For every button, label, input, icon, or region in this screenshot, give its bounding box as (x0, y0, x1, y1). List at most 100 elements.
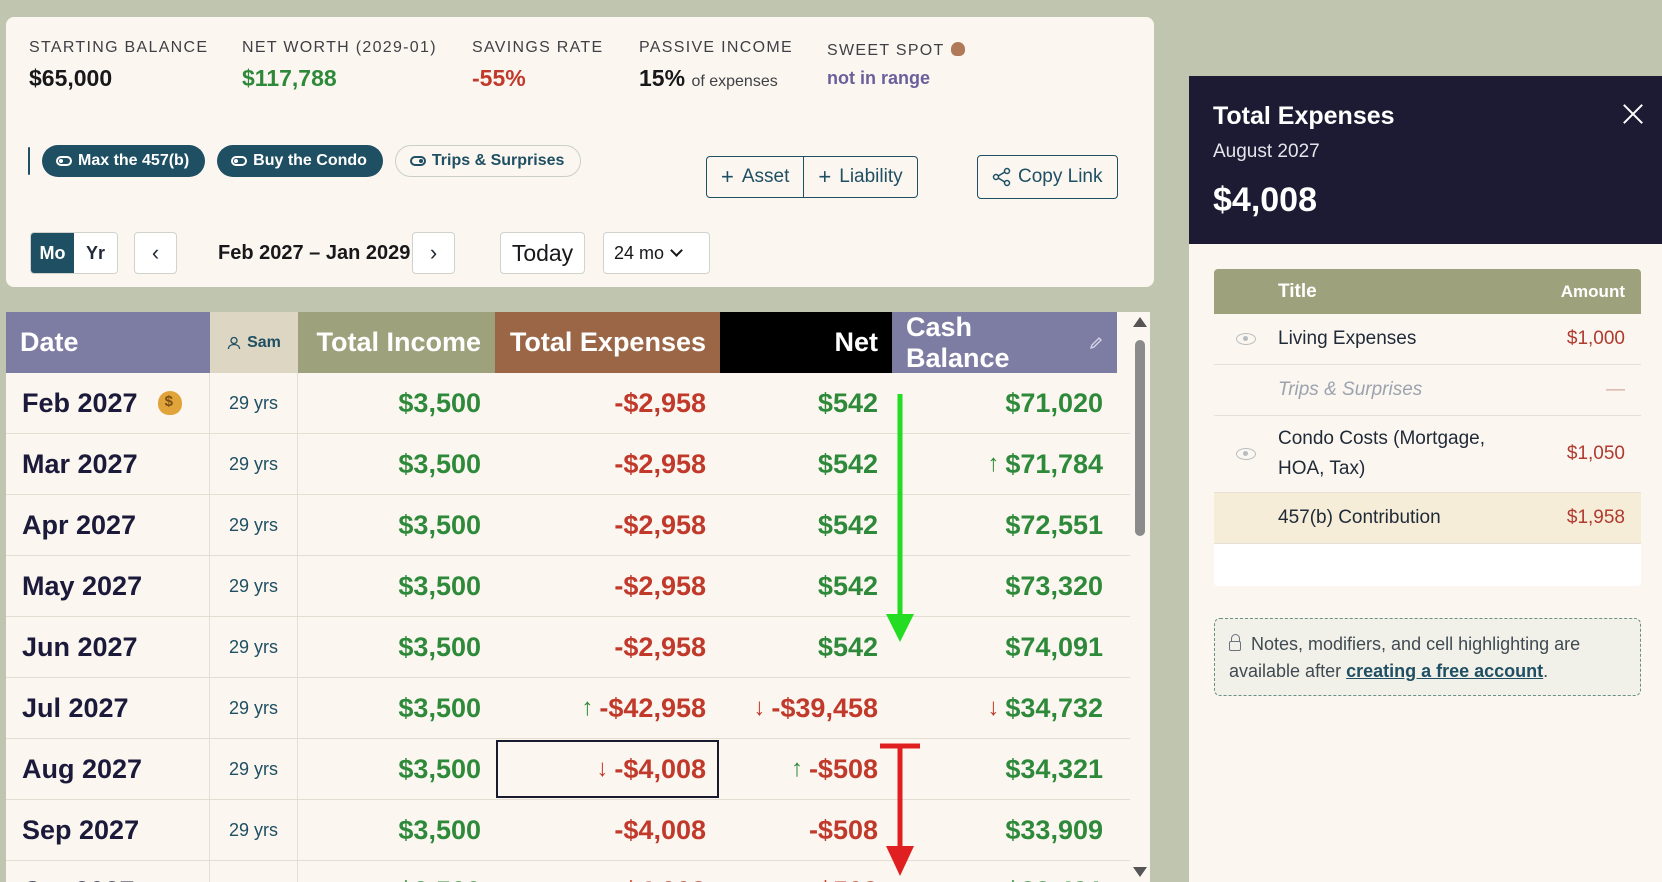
eye-icon[interactable] (1236, 448, 1256, 460)
scenario-chip-trips[interactable]: Trips & Surprises (394, 145, 582, 177)
net-cell[interactable]: ↓ -$39,458 (720, 678, 892, 738)
net-cell[interactable]: $542 (720, 617, 892, 677)
expenses-cell[interactable]: -$4,008 (495, 861, 720, 882)
net-cell[interactable]: -$508 (720, 800, 892, 860)
date-cell[interactable]: Jun 2027 (6, 617, 210, 677)
breakdown-row[interactable]: Condo Costs (Mortgage, HOA, Tax) $1,050 (1214, 416, 1641, 493)
scenario-chip-condo[interactable]: Buy the Condo (217, 145, 383, 177)
eye-icon[interactable] (1236, 333, 1256, 345)
net-cell[interactable]: -$508 (720, 861, 892, 882)
scenario-chip-457b[interactable]: Max the 457(b) (42, 145, 206, 177)
scroll-thumb[interactable] (1135, 340, 1145, 536)
income-cell[interactable]: $3,500 (298, 434, 495, 494)
age-cell[interactable]: 29 yrs (210, 678, 298, 738)
date-cell[interactable]: May 2027 (6, 556, 210, 616)
balance-cell[interactable]: $74,091 (892, 617, 1117, 677)
age-cell[interactable]: 29 yrs (210, 373, 298, 433)
date-cell[interactable]: Jul 2027 (6, 678, 210, 738)
net-cell[interactable]: $542 (720, 495, 892, 555)
date-cell[interactable]: Apr 2027 (6, 495, 210, 555)
income-cell[interactable]: $3,500 (298, 495, 495, 555)
create-account-link[interactable]: creating a free account (1346, 661, 1543, 681)
balance-value: $72,551 (1005, 509, 1103, 540)
add-liability-button[interactable]: + Liability (804, 156, 918, 198)
income-cell[interactable]: $3,500 (298, 373, 495, 433)
age-cell[interactable]: 29 yrs (210, 800, 298, 860)
arrow-down-icon: ↓ (596, 755, 609, 782)
close-icon[interactable] (1620, 101, 1646, 127)
balance-cell[interactable]: $73,320 (892, 556, 1117, 616)
age-cell[interactable]: 29 yrs (210, 495, 298, 555)
income-cell[interactable]: $3,500 (298, 739, 495, 799)
expenses-value: -$42,958 (599, 692, 706, 723)
balance-cell[interactable]: ↓ $34,732 (892, 678, 1117, 738)
plus-icon: + (818, 164, 832, 189)
date-cell[interactable]: Sep 2027 (6, 800, 210, 860)
income-cell[interactable]: $3,500 (298, 800, 495, 860)
copy-link-button[interactable]: Copy Link (977, 155, 1118, 199)
age-cell[interactable]: 29 yrs (210, 739, 298, 799)
income-cell[interactable]: $3,500 (298, 617, 495, 677)
scroll-up-icon[interactable] (1133, 317, 1147, 327)
expenses-cell[interactable]: -$2,958 (495, 617, 720, 677)
span-select[interactable]: 24 mo (603, 232, 710, 274)
age-cell[interactable]: 29 yrs (210, 861, 298, 882)
expenses-cell[interactable]: ↓ -$4,008 (495, 739, 720, 799)
age-cell[interactable]: 29 yrs (210, 434, 298, 494)
breakdown-row[interactable]: 457(b) Contribution $1,958 (1214, 493, 1641, 544)
expenses-cell[interactable]: ↑ -$42,958 (495, 678, 720, 738)
pencil-icon[interactable] (1089, 336, 1103, 350)
net-cell[interactable]: $542 (720, 556, 892, 616)
balance-cell[interactable]: $33,909 (892, 800, 1117, 860)
date-cell[interactable]: Aug 2027 (6, 739, 210, 799)
net-cell[interactable]: $542 (720, 434, 892, 494)
balance-cell[interactable]: $33,491 (892, 861, 1117, 882)
button-label: Liability (839, 166, 903, 187)
yearly-button[interactable]: Yr (74, 233, 117, 273)
balance-cell[interactable]: $34,321 (892, 739, 1117, 799)
income-cell[interactable]: $3,500 (298, 556, 495, 616)
date-label: Mar 2027 (22, 448, 138, 479)
stat-label: NET WORTH (2029-01) (242, 39, 437, 56)
column-header-person[interactable]: Sam (210, 312, 298, 373)
expenses-cell[interactable]: -$2,958 (495, 434, 720, 494)
date-cell[interactable]: Feb 2027 (6, 373, 210, 433)
column-header-income[interactable]: Total Income (298, 312, 495, 373)
granularity-toggle: Mo Yr (30, 232, 118, 274)
scroll-down-icon[interactable] (1133, 867, 1147, 877)
income-cell[interactable]: $3,500 (298, 861, 495, 882)
income-cell[interactable]: $3,500 (298, 678, 495, 738)
column-header-net[interactable]: Net (720, 312, 892, 373)
column-header-date[interactable]: Date (6, 312, 210, 373)
chevron-right-icon: › (429, 240, 438, 265)
plus-icon: + (721, 164, 734, 189)
date-cell[interactable]: Mar 2027 (6, 434, 210, 494)
balance-cell[interactable]: ↑ $71,784 (892, 434, 1117, 494)
breakdown-row[interactable]: Trips & Surprises — (1214, 365, 1641, 416)
net-cell[interactable]: $542 (720, 373, 892, 433)
add-asset-button[interactable]: + Asset (706, 156, 805, 198)
arrow-up-icon: ↑ (790, 755, 803, 782)
date-cell[interactable]: Oct 2027 (6, 861, 210, 882)
balance-cell[interactable]: $71,020 (892, 373, 1117, 433)
expenses-cell[interactable]: -$4,008 (495, 800, 720, 860)
age-cell[interactable]: 29 yrs (210, 556, 298, 616)
column-header-expenses[interactable]: Total Expenses (495, 312, 720, 373)
balance-cell[interactable]: $72,551 (892, 495, 1117, 555)
table-scrollbar[interactable] (1130, 312, 1150, 882)
table-row: Aug 2027 29 yrs $3,500 ↓ -$4,008 ↑ -$508 $34,32… (6, 739, 1130, 800)
next-period-button[interactable]: › (412, 232, 455, 274)
column-header-balance[interactable]: Cash Balance (892, 312, 1117, 373)
scenario-chips: Max the 457(b) Buy the Condo Trips & Sur… (28, 144, 593, 178)
expenses-cell[interactable]: -$2,958 (495, 373, 720, 433)
expenses-cell[interactable]: -$2,958 (495, 556, 720, 616)
age-cell[interactable]: 29 yrs (210, 617, 298, 677)
expenses-cell[interactable]: -$2,958 (495, 495, 720, 555)
arrow-up-icon: ↑ (581, 694, 594, 721)
net-cell[interactable]: ↑ -$508 (720, 739, 892, 799)
prev-period-button[interactable]: ‹ (134, 232, 177, 274)
monthly-button[interactable]: Mo (31, 233, 74, 273)
stat-net-worth: NET WORTH (2029-01) $117,788 (242, 39, 437, 92)
breakdown-row[interactable]: Living Expenses $1,000 (1214, 314, 1641, 365)
today-button[interactable]: Today (500, 232, 585, 274)
